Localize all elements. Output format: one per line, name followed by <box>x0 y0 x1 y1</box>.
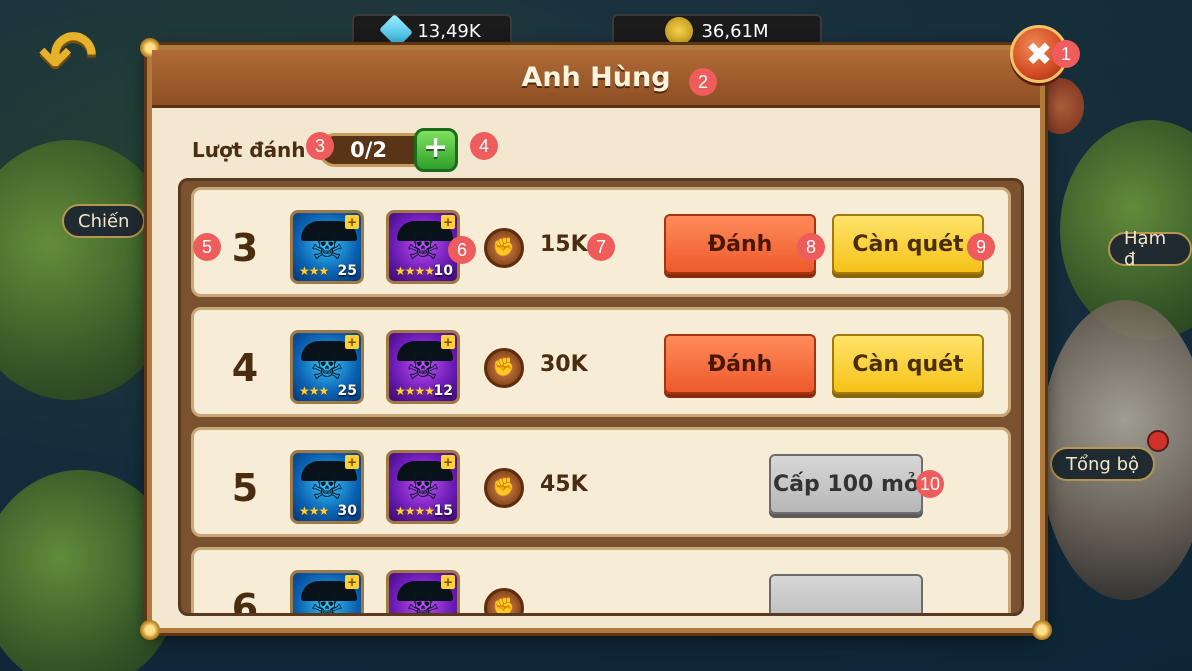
annotation-badge: 6 <box>448 236 476 264</box>
star-rating: ★★★★ <box>395 384 435 398</box>
gold-coin-icon <box>665 17 694 45</box>
side-label-headquarters[interactable]: Tổng bộ <box>1050 447 1156 481</box>
plus-tag-icon: + <box>441 575 455 589</box>
hero-level: 15 <box>433 503 453 519</box>
stage-level: 6 <box>231 586 259 616</box>
fist-power-icon: ✊ <box>484 228 524 268</box>
corner-ornament <box>140 620 160 640</box>
star-rating: ★★★ <box>299 264 329 278</box>
enemy-hero-portrait[interactable]: ☠ + ★★★★ 12 <box>386 330 460 404</box>
required-power: 15K <box>540 232 588 257</box>
annotation-badge: 9 <box>967 233 995 261</box>
notification-dot <box>1147 430 1169 452</box>
sweep-button[interactable]: Càn quét <box>832 214 984 274</box>
plus-tag-icon: + <box>345 575 359 589</box>
side-label-battle[interactable]: Chiến <box>62 204 146 238</box>
skull-icon: ☠ <box>405 343 441 388</box>
skull-icon: ☠ <box>309 343 345 388</box>
star-rating: ★★★ <box>299 504 329 518</box>
back-arrow-icon[interactable]: ↶ <box>28 18 108 94</box>
stage-level: 3 <box>231 226 259 270</box>
annotation-badge: 3 <box>306 132 334 160</box>
locked-stage-button[interactable] <box>769 574 923 613</box>
fist-power-icon: ✊ <box>484 348 524 388</box>
star-rating: ★★★★ <box>395 504 435 518</box>
skull-icon: ☠ <box>309 223 345 268</box>
gem-icon <box>379 14 414 48</box>
plus-tag-icon: + <box>441 335 455 349</box>
sweep-button[interactable]: Càn quét <box>832 334 984 394</box>
plus-tag-icon: + <box>345 215 359 229</box>
annotation-badge: 10 <box>916 470 944 498</box>
add-turns-button[interactable]: + <box>413 128 458 172</box>
required-power: 45K <box>540 472 588 497</box>
corner-ornament <box>1032 620 1052 640</box>
star-rating: ★★★★ <box>395 264 435 278</box>
turns-label: Lượt đánh <box>192 138 306 162</box>
gem-amount: 13,49K <box>417 20 481 42</box>
plus-tag-icon: + <box>441 455 455 469</box>
enemy-hero-portrait[interactable]: ☠ + ★★★ 25 <box>290 330 364 404</box>
annotation-badge: 4 <box>470 132 498 160</box>
hero-level: 25 <box>337 263 357 279</box>
stage-level: 4 <box>231 346 259 390</box>
hero-level: 30 <box>337 503 357 519</box>
annotation-badge: 5 <box>193 233 221 261</box>
hero-level: 25 <box>337 383 357 399</box>
gold-counter[interactable]: 36,61M <box>612 14 822 48</box>
annotation-badge: 1 <box>1052 40 1080 68</box>
plus-tag-icon: + <box>345 335 359 349</box>
stage-row: 4 ☠ + ★★★ 25 ☠ + ★★★★ 12 ✊ 30K Đánh Càn … <box>191 307 1011 417</box>
plus-tag-icon: + <box>441 215 455 229</box>
skull-icon: ☠ <box>309 463 345 508</box>
skull-icon: ☠ <box>309 583 345 616</box>
required-power: 30K <box>540 352 588 377</box>
hero-mode-dialog: Anh Hùng Lượt đánh 0/2 + 3 ☠ + ★★★ 25 ☠ … <box>140 38 1052 640</box>
skull-icon: ☠ <box>405 583 441 616</box>
enemy-hero-portrait[interactable]: ☠ + <box>290 570 364 616</box>
hero-level: 12 <box>433 383 453 399</box>
annotation-badge: 7 <box>587 233 615 261</box>
enemy-hero-portrait[interactable]: ☠ + ★★★ 25 <box>290 210 364 284</box>
plus-tag-icon: + <box>345 455 359 469</box>
gold-amount: 36,61M <box>701 20 769 42</box>
skull-icon: ☠ <box>405 223 441 268</box>
stage-level: 5 <box>231 466 259 510</box>
gem-counter[interactable]: 13,49K <box>352 14 512 48</box>
star-rating: ★★★ <box>299 384 329 398</box>
dialog-header: Anh Hùng <box>152 50 1040 108</box>
skull-icon: ☠ <box>405 463 441 508</box>
stage-row: 5 ☠ + ★★★ 30 ☠ + ★★★★ 15 ✊ 45K Cấp 100 m… <box>191 427 1011 537</box>
enemy-hero-portrait[interactable]: ☠ + ★★★★ 15 <box>386 450 460 524</box>
fist-power-icon: ✊ <box>484 468 524 508</box>
hero-level: 10 <box>433 263 453 279</box>
enemy-hero-portrait[interactable]: ☠ + <box>386 570 460 616</box>
locked-stage-button[interactable]: Cấp 100 mở <box>769 454 923 514</box>
annotation-badge: 8 <box>797 233 825 261</box>
annotation-badge: 2 <box>689 68 717 96</box>
dialog-title: Anh Hùng <box>521 62 671 93</box>
fight-button[interactable]: Đánh <box>664 214 816 274</box>
enemy-hero-portrait[interactable]: ☠ + ★★★ 30 <box>290 450 364 524</box>
fight-button[interactable]: Đánh <box>664 334 816 394</box>
stage-row: 6 ☠ + ☠ + ✊ <box>191 547 1011 616</box>
fist-power-icon: ✊ <box>484 588 524 613</box>
side-label-fleet[interactable]: Hạm đ <box>1108 228 1192 270</box>
